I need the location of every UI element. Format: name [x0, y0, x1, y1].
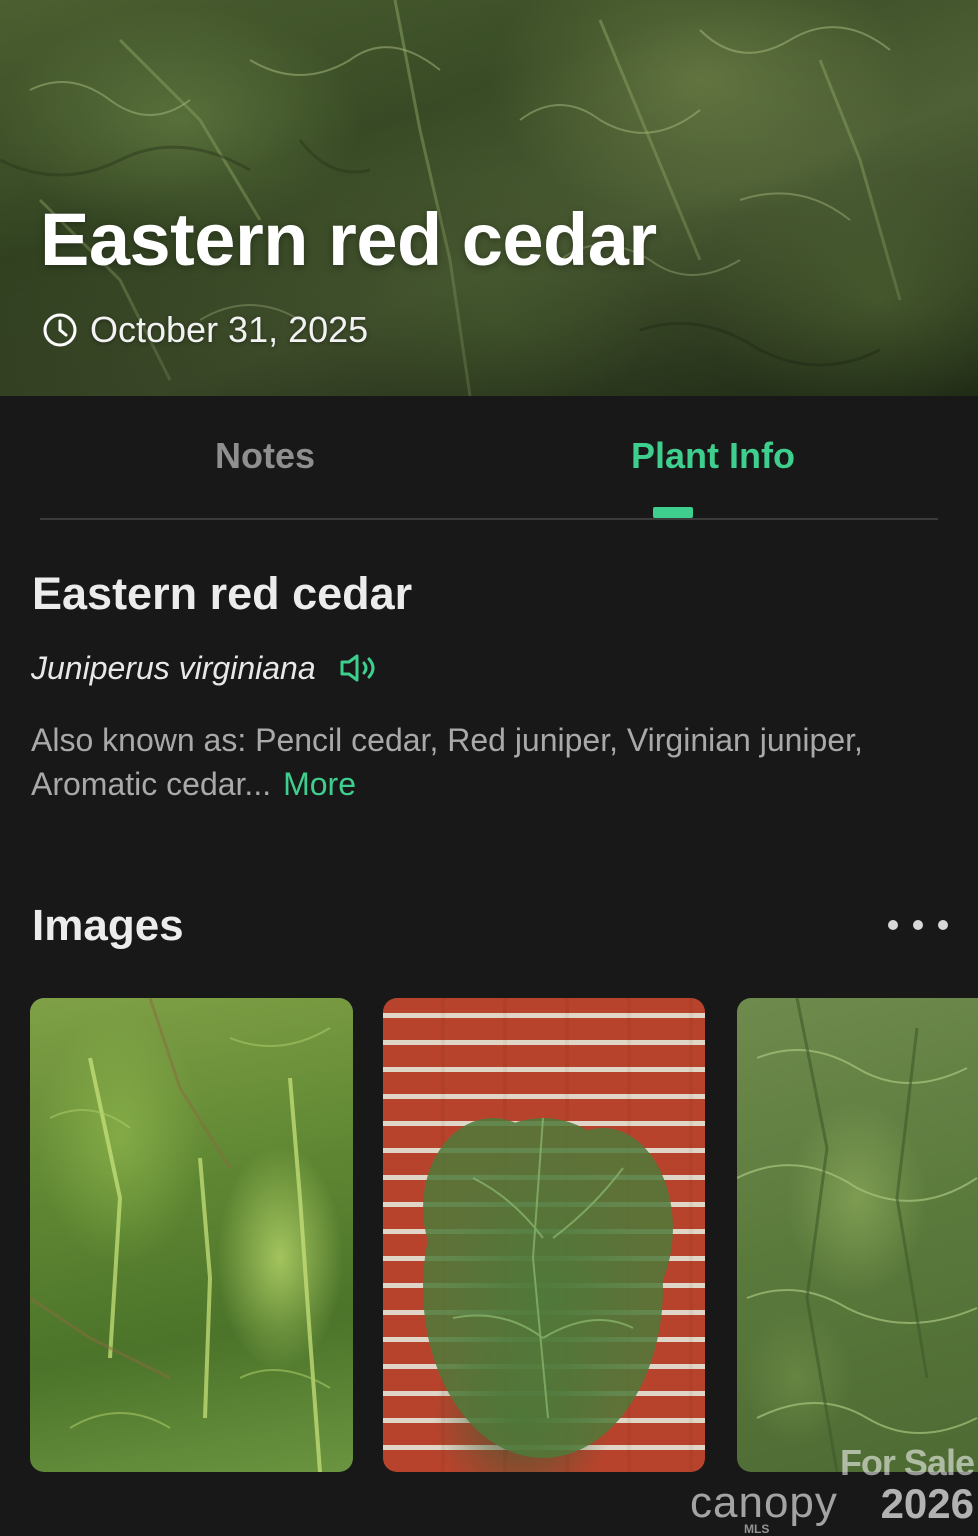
dot: [913, 920, 923, 930]
clock-icon: [43, 313, 77, 347]
shrub-foliage: [423, 1117, 673, 1458]
image-thumbnail-3[interactable]: [737, 998, 978, 1472]
dot: [938, 920, 948, 930]
also-known-as-text: Also known as: Pencil cedar, Red juniper…: [31, 722, 863, 802]
hero-image: Eastern red cedar October 31, 2025: [0, 0, 978, 396]
hero-title: Eastern red cedar: [40, 198, 657, 281]
also-known-as: Also known as: Pencil cedar, Red juniper…: [31, 718, 931, 806]
scientific-name: Juniperus virginiana: [31, 649, 316, 686]
active-tab-indicator: [653, 507, 693, 518]
foliage-sprigs: [30, 998, 331, 1472]
dot: [888, 920, 898, 930]
date-text: October 31, 2025: [90, 309, 369, 350]
plant-detail-panel: Notes Plant Info Eastern red cedar Junip…: [0, 396, 978, 1536]
more-link[interactable]: More: [283, 766, 356, 802]
hero-date: October 31, 2025: [42, 308, 368, 352]
plant-common-name: Eastern red cedar: [32, 568, 413, 619]
speaker-icon[interactable]: [338, 652, 378, 684]
shrub-foliage-closeup: [737, 998, 978, 1472]
image-thumbnail-2[interactable]: [383, 998, 705, 1472]
tab-plant-info[interactable]: Plant Info: [610, 432, 816, 480]
tab-bar: Notes Plant Info: [40, 396, 938, 520]
image-thumbnail-1[interactable]: [30, 998, 353, 1472]
scientific-name-row: Juniperus virginiana: [31, 646, 378, 690]
images-section-title: Images: [32, 901, 184, 950]
tab-notes[interactable]: Notes: [160, 432, 370, 480]
more-horizontal-icon[interactable]: [888, 910, 948, 940]
